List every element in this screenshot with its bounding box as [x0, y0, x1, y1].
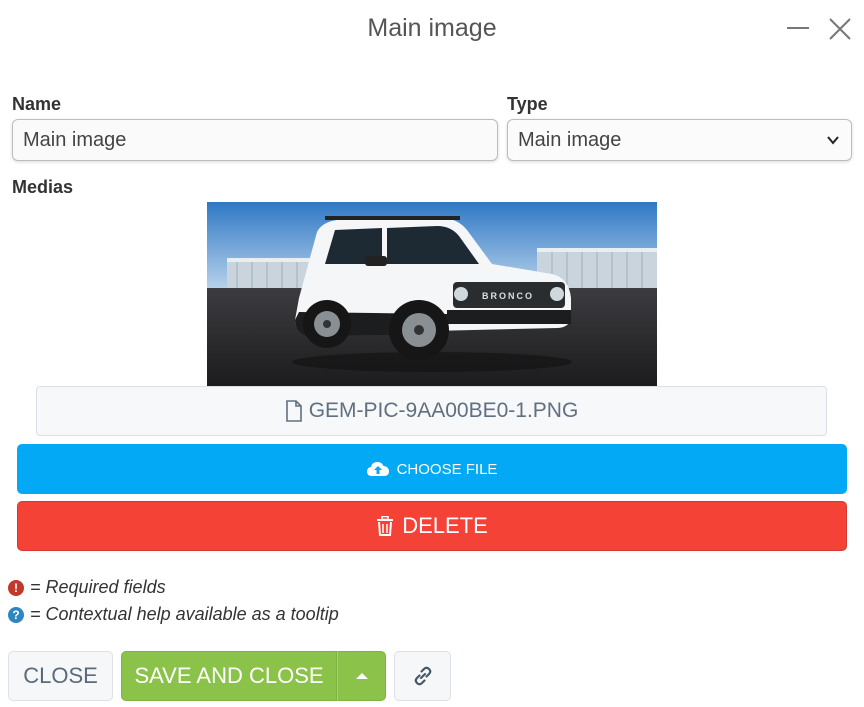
caret-up-icon [355, 673, 368, 679]
save-options-toggle[interactable] [337, 651, 386, 701]
legend-help: ? = Contextual help available as a toolt… [8, 604, 339, 625]
name-label: Name [12, 94, 62, 114]
type-label: Type [507, 94, 548, 114]
trash-icon [377, 516, 394, 536]
media-preview-image: BRONCO [207, 202, 657, 386]
file-icon [285, 400, 302, 422]
close-button[interactable]: CLOSE [8, 651, 113, 701]
delete-button[interactable]: DELETE [17, 501, 847, 551]
file-name: GEM-PIC-9AA00BE0-1.PNG [308, 399, 579, 422]
legend-required: ! = Required fields [8, 577, 166, 598]
legend-help-text: = Contextual help available as a tooltip [30, 604, 339, 624]
cloud-upload-icon [366, 462, 389, 476]
required-icon: ! [8, 579, 24, 596]
save-and-close-button[interactable]: SAVE AND CLOSE [121, 651, 337, 701]
svg-text:BRONCO: BRONCO [482, 291, 534, 301]
choose-file-label: CHOOSE FILE [396, 460, 498, 478]
chevron-down-icon [827, 136, 839, 145]
file-name-display: GEM-PIC-9AA00BE0-1.PNG [36, 386, 827, 436]
name-input[interactable] [23, 120, 487, 161]
choose-file-button[interactable]: CHOOSE FILE [17, 444, 847, 494]
close-icon[interactable] [827, 16, 853, 42]
dialog-title: Main image [367, 14, 497, 42]
link-icon [414, 666, 431, 686]
medias-label: Medias [12, 177, 74, 197]
minimize-icon[interactable] [785, 16, 811, 42]
link-button[interactable] [394, 651, 451, 701]
type-select-value: Main image [518, 129, 622, 151]
delete-label: DELETE [402, 513, 488, 538]
legend-required-text: = Required fields [30, 577, 166, 597]
type-select[interactable]: Main image [507, 119, 852, 161]
name-field-wrap[interactable] [12, 119, 498, 161]
help-icon: ? [8, 606, 24, 623]
